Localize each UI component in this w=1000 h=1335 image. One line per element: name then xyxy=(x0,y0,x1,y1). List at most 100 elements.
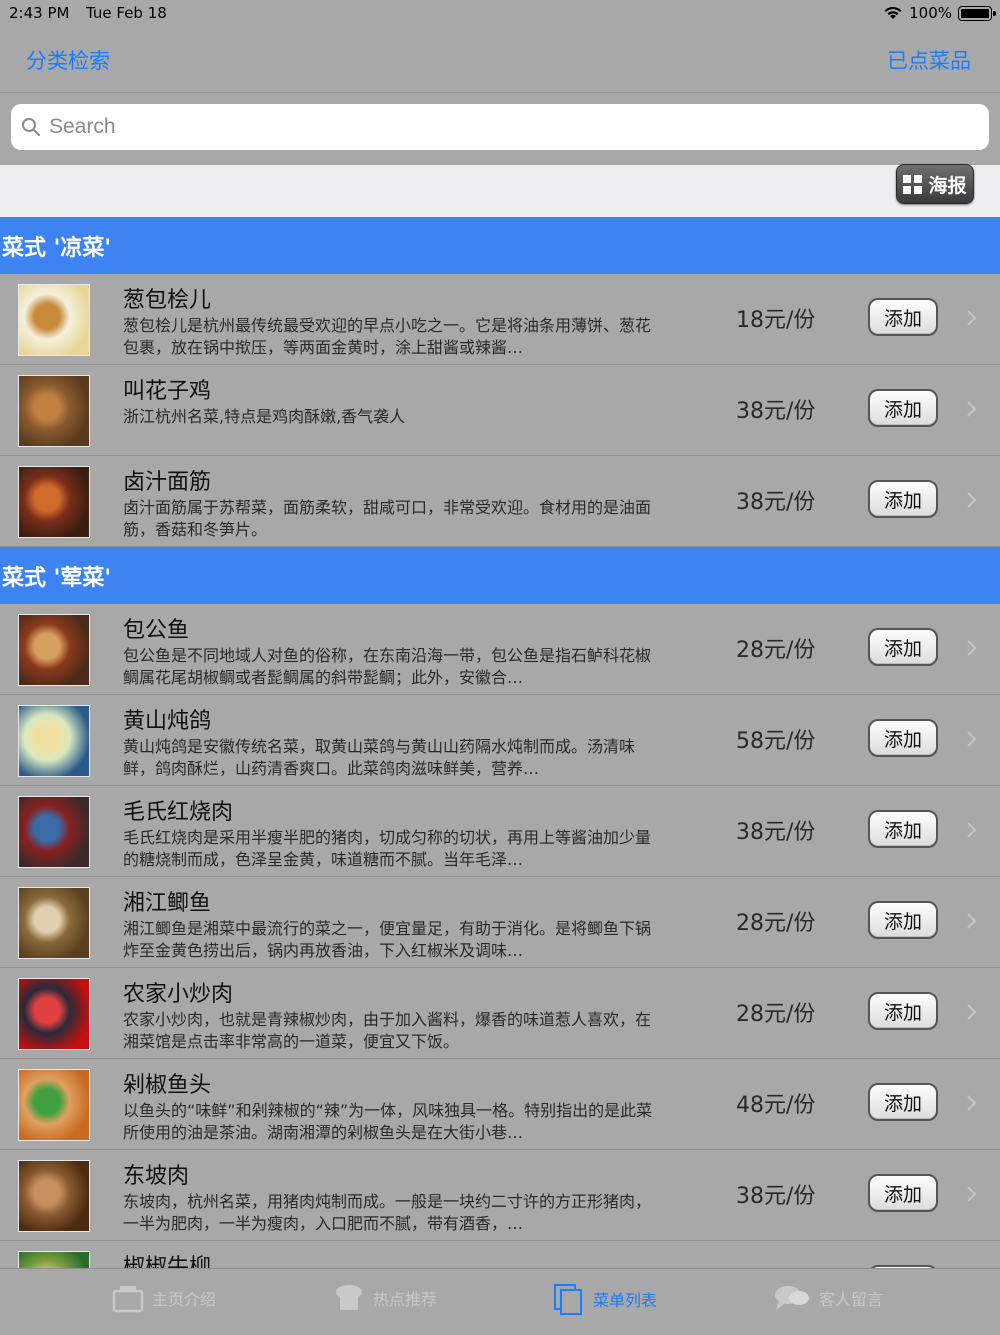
dish-price: 28元/份 xyxy=(736,911,816,936)
dish-description: 东坡肉，杭州名菜，用猪肉炖制而成。一般是一块约二寸许的方正形猪肉，一半为肥肉，一… xyxy=(123,1192,652,1233)
navigation-bar: 分类检索 已点菜品 xyxy=(0,28,1000,93)
tab-label: 客人留言 xyxy=(819,1290,884,1309)
dish-description: 黄山炖鸽是安徽传统名菜，取黄山菜鸽与黄山山药隔水炖制而成。汤清味鲜，鸽肉酥烂，山… xyxy=(123,737,636,778)
dish-price: 28元/份 xyxy=(736,1002,816,1027)
dish-row[interactable]: 毛氏红烧肉毛氏红烧肉是采用半瘦半肥的猪肉，切成匀称的切状，再用上等酱油加少量的糖… xyxy=(0,786,1000,877)
dish-name: 包公鱼 xyxy=(123,618,190,643)
dish-photo xyxy=(18,375,90,447)
chevron-right-icon xyxy=(967,310,977,326)
dish-photo xyxy=(18,466,90,538)
home-box-icon xyxy=(112,1286,144,1313)
dish-row[interactable]: 叫花子鸡浙江杭州名菜,特点是鸡肉酥嫩,香气袭人 38元/份 添加 xyxy=(0,365,1000,456)
tab-guest-messages[interactable]: 客人留言 xyxy=(773,1283,883,1313)
dish-photo xyxy=(18,705,90,777)
toolbar-strip xyxy=(0,165,1000,217)
dish-row[interactable]: 包公鱼包公鱼是不同地域人对鱼的俗称，在东南沿海一带，包公鱼是指石鲈科花椒鲷属花尾… xyxy=(0,604,1000,695)
chevron-right-icon xyxy=(967,1186,977,1202)
dish-photo xyxy=(18,1251,90,1268)
battery-percent: 100% xyxy=(909,4,952,22)
chevron-right-icon xyxy=(967,1004,977,1020)
wifi-icon xyxy=(884,6,902,19)
add-dish-button[interactable]: 添加 xyxy=(868,1083,938,1121)
dish-price: 18元/份 xyxy=(736,308,816,333)
add-dish-button[interactable]: 添加 xyxy=(868,480,938,518)
dish-row[interactable]: 东坡肉东坡肉，杭州名菜，用猪肉炖制而成。一般是一块约二寸许的方正形猪肉，一半为肥… xyxy=(0,1150,1000,1241)
dish-row[interactable]: 黄山炖鸽黄山炖鸽是安徽传统名菜，取黄山菜鸽与黄山山药隔水炖制而成。汤清味鲜，鸽肉… xyxy=(0,695,1000,786)
dish-photo xyxy=(18,796,90,868)
ordered-dishes-button[interactable]: 已点菜品 xyxy=(887,45,971,75)
speech-bubbles-icon xyxy=(775,1286,809,1310)
menu-list-icon xyxy=(554,1284,582,1315)
dish-name: 剁椒鱼头 xyxy=(123,1073,212,1098)
dish-name: 椒椒牛柳 xyxy=(123,1255,212,1268)
dish-price: 38元/份 xyxy=(736,490,816,515)
grid-icon xyxy=(903,174,923,194)
add-dish-button[interactable]: 添加 xyxy=(868,901,938,939)
dish-name: 黄山炖鸽 xyxy=(123,709,212,734)
search-input[interactable] xyxy=(47,114,951,140)
tab-bar: 主页介绍 热点推荐 菜单列表 客人留言 xyxy=(0,1268,1000,1335)
dish-row[interactable]: 剁椒鱼头以鱼头的“味鲜”和剁辣椒的“辣”为一体，风味独具一格。特别指出的是此菜所… xyxy=(0,1059,1000,1150)
status-bar: 2:43 PM Tue Feb 18 100% xyxy=(0,0,1000,28)
dish-name: 毛氏红烧肉 xyxy=(123,800,234,825)
chevron-right-icon xyxy=(967,401,977,417)
dish-description: 毛氏红烧肉是采用半瘦半肥的猪肉，切成匀称的切状，再用上等酱油加少量的糖烧制而成，… xyxy=(123,828,652,869)
dish-row[interactable]: 湘江鲫鱼湘江鲫鱼是湘菜中最流行的菜之一，便宜量足，有助于消化。是将鲫鱼下锅炸至金… xyxy=(0,877,1000,968)
battery-icon xyxy=(958,5,996,21)
dish-name: 卤汁面筋 xyxy=(123,470,212,495)
add-dish-button[interactable]: 添加 xyxy=(868,389,938,427)
dish-price: 38元/份 xyxy=(736,1184,816,1209)
tab-label: 热点推荐 xyxy=(373,1290,438,1309)
dish-name: 葱包桧儿 xyxy=(123,288,212,313)
dish-description: 包公鱼是不同地域人对鱼的俗称，在东南沿海一带，包公鱼是指石鲈科花椒鲷属花尾胡椒鲷… xyxy=(123,646,652,687)
status-date: Tue Feb 18 xyxy=(86,4,167,22)
poster-button-label: 海报 xyxy=(928,174,967,197)
tab-label: 主页介绍 xyxy=(152,1290,217,1309)
section-header: 菜式 '荤菜' xyxy=(0,547,1000,604)
dish-price: 48元/份 xyxy=(736,1093,816,1118)
chevron-right-icon xyxy=(967,1095,977,1111)
dish-row[interactable]: 葱包桧儿葱包桧儿是杭州最传统最受欢迎的早点小吃之一。它是将油条用薄饼、葱花包裹，… xyxy=(0,274,1000,365)
dish-photo xyxy=(18,1160,90,1232)
dish-description: 湘江鲫鱼是湘菜中最流行的菜之一，便宜量足，有助于消化。是将鲫鱼下锅炸至金黄色捞出… xyxy=(123,919,652,960)
section-header: 菜式 '凉菜' xyxy=(0,217,1000,274)
chevron-right-icon xyxy=(967,492,977,508)
category-search-button[interactable]: 分类检索 xyxy=(26,45,110,75)
dish-photo xyxy=(18,284,90,356)
dish-description: 浙江杭州名菜,特点是鸡肉酥嫩,香气袭人 xyxy=(123,407,406,426)
add-dish-button[interactable]: 添加 xyxy=(868,992,938,1030)
dish-photo xyxy=(18,887,90,959)
add-dish-button[interactable]: 添加 xyxy=(868,1174,938,1212)
tab-menu-list[interactable]: 菜单列表 xyxy=(553,1283,657,1315)
chef-hat-icon xyxy=(336,1285,362,1310)
add-dish-button[interactable]: 添加 xyxy=(868,298,938,336)
dish-price: 38元/份 xyxy=(736,820,816,845)
chevron-right-icon xyxy=(967,822,977,838)
dish-price: 58元/份 xyxy=(736,729,816,754)
add-dish-button[interactable]: 添加 xyxy=(868,719,938,757)
dish-description: 以鱼头的“味鲜”和剁辣椒的“辣”为一体，风味独具一格。特别指出的是此菜所使用的油… xyxy=(123,1101,653,1142)
dish-price: 28元/份 xyxy=(736,638,816,663)
dish-name: 叫花子鸡 xyxy=(123,379,212,404)
dish-row[interactable]: 农家小炒肉 农家小炒肉，也就是青辣椒炒肉，由于加入酱料，爆香的味道惹人喜欢，在湘菜… xyxy=(0,968,1000,1059)
chevron-right-icon xyxy=(967,913,977,929)
dish-photo xyxy=(18,1069,90,1141)
search-field[interactable] xyxy=(11,104,989,150)
dish-row[interactable]: 卤汁面筋卤汁面筋属于苏帮菜，面筋柔软，甜咸可口，非常受欢迎。食材用的是油面筋，香… xyxy=(0,456,1000,547)
add-dish-button[interactable]: 添加 xyxy=(868,810,938,848)
dish-description: 农家小炒肉，也就是青辣椒炒肉，由于加入酱料，爆香的味道惹人喜欢，在湘菜馆是点击率… xyxy=(123,1010,652,1051)
dish-name: 东坡肉 xyxy=(123,1164,190,1189)
tab-home-intro[interactable]: 主页介绍 xyxy=(112,1283,216,1313)
dish-description: 卤汁面筋属于苏帮菜，面筋柔软，甜咸可口，非常受欢迎。食材用的是油面筋，香菇和冬笋… xyxy=(123,498,652,539)
dish-name: 湘江鲫鱼 xyxy=(123,891,212,916)
tab-hot-recommend[interactable]: 热点推荐 xyxy=(333,1283,437,1313)
dish-description: 葱包桧儿是杭州最传统最受欢迎的早点小吃之一。它是将油条用薄饼、葱花包裹，放在锅中… xyxy=(123,316,652,357)
poster-button[interactable]: 海报 xyxy=(896,164,974,204)
menu-list[interactable]: 菜式 '凉菜' 葱包桧儿 葱包桧儿是杭州最传统最受欢迎的早点小吃之一。它是将油条用薄… xyxy=(0,217,1000,1268)
dish-price: 38元/份 xyxy=(736,399,816,424)
tab-label: 菜单列表 xyxy=(593,1291,658,1310)
search-icon xyxy=(22,118,41,137)
add-dish-button[interactable]: 添加 xyxy=(868,628,938,666)
chevron-right-icon xyxy=(967,640,977,656)
dish-row[interactable]: 椒椒牛柳添加 xyxy=(0,1241,1000,1268)
